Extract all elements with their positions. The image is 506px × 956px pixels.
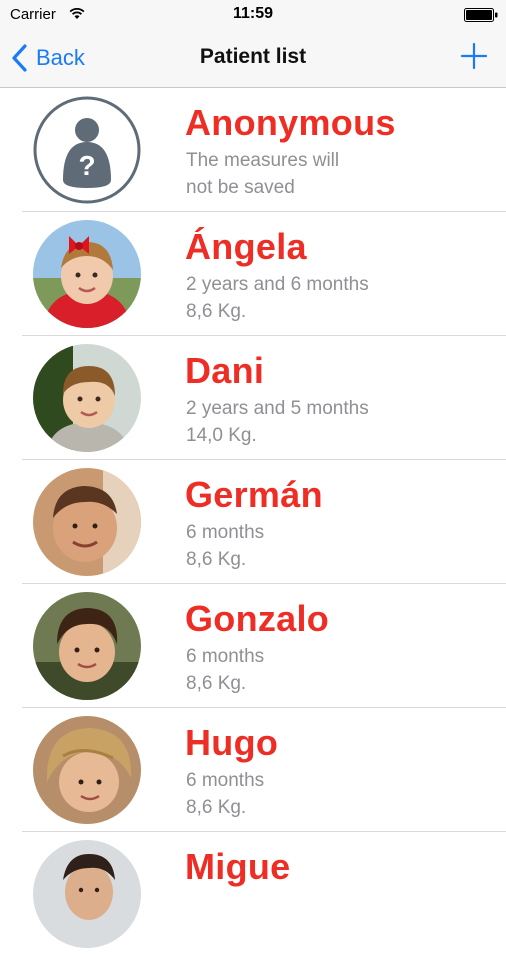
patient-weight: 8,6 Kg. [186, 301, 247, 322]
patient-detail: not be saved [186, 177, 295, 198]
patient-name: Migue [185, 846, 291, 887]
page-title: Patient list [199, 45, 307, 68]
patient-name: Gonzalo [185, 598, 330, 639]
patient-row[interactable]: Germán 6 months 8,6 Kg. [0, 460, 506, 584]
patient-row-anonymous[interactable]: ? Anonymous The measures will not be sav… [0, 88, 506, 212]
patient-age: 2 years and 6 months [186, 274, 369, 295]
svg-text:?: ? [78, 150, 95, 181]
patient-avatar-photo [33, 592, 141, 700]
patient-row[interactable]: Hugo 6 months 8,6 Kg. [0, 708, 506, 832]
status-time: 11:59 [232, 5, 274, 22]
patient-avatar-photo [33, 716, 141, 824]
patient-weight: 8,6 Kg. [186, 673, 247, 694]
patient-row[interactable]: Gonzalo 6 months 8,6 Kg. [0, 584, 506, 708]
patient-name: Ángela [185, 226, 307, 267]
patient-age: 6 months [186, 522, 265, 543]
patient-age: 6 months [186, 646, 265, 667]
anonymous-user-icon: ? [33, 96, 141, 204]
battery-icon [464, 8, 498, 22]
patient-list: ? Anonymous The measures will not be sav… [0, 88, 506, 956]
add-patient-button[interactable] [460, 42, 488, 70]
patient-age: 6 months [186, 770, 265, 791]
patient-name: Hugo [185, 722, 279, 763]
patient-row[interactable]: Migue [0, 832, 506, 956]
patient-avatar-photo [33, 220, 141, 328]
patient-name: Anonymous [185, 102, 396, 143]
patient-weight: 14,0 Kg. [186, 425, 257, 446]
patient-name: Germán [185, 474, 323, 515]
status-bar: Carrier 11:59 [0, 0, 506, 30]
patient-weight: 8,6 Kg. [186, 549, 247, 570]
patient-row[interactable]: Dani 2 years and 5 months 14,0 Kg. [0, 336, 506, 460]
patient-row[interactable]: Ángela 2 years and 6 months 8,6 Kg. [0, 212, 506, 336]
patient-avatar-photo [33, 468, 141, 576]
patient-detail: The measures will [186, 150, 340, 171]
patient-name: Dani [185, 350, 265, 391]
patient-age: 2 years and 5 months [186, 398, 369, 419]
patient-weight: 8,6 Kg. [186, 797, 247, 818]
patient-avatar-photo [33, 840, 141, 948]
patient-avatar-photo [33, 344, 141, 452]
navigation-bar: Back Patient list [0, 30, 506, 88]
